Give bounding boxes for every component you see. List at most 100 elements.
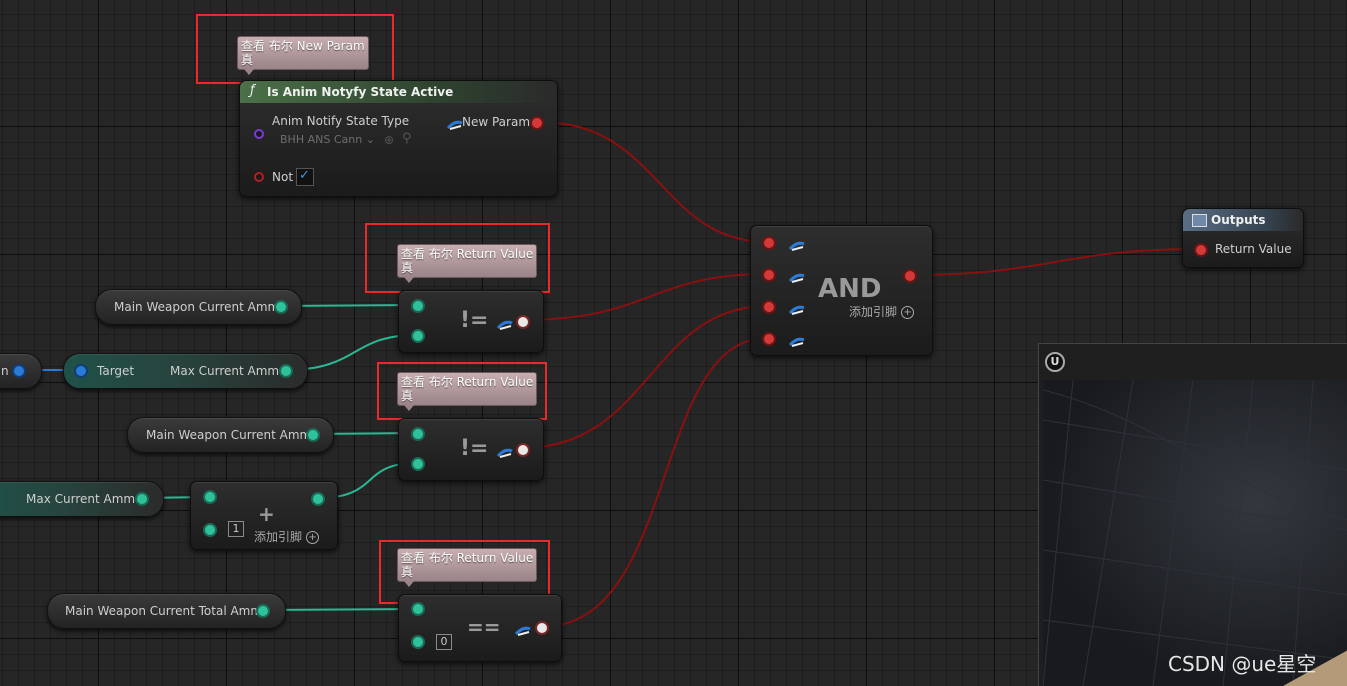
main-weapon-current-ammo-getter-2[interactable]: Main Weapon Current Ammo <box>127 417 334 453</box>
bool-icon <box>788 301 805 315</box>
use-selected-icon[interactable]: ⊕ <box>384 133 394 147</box>
add-node[interactable]: 1 + 添加引脚 + <box>190 481 338 550</box>
left-cut-node[interactable]: n <box>0 353 42 389</box>
anim-notify-state-type-dropdown[interactable]: BHH ANS Cann ⌄ <box>280 133 375 146</box>
and-input-pin-a[interactable] <box>764 238 774 248</box>
highlight-box <box>365 223 550 293</box>
anim-notify-state-type-pin[interactable] <box>254 129 264 139</box>
viewport-scene[interactable] <box>1043 380 1347 686</box>
add-pin-icon: + <box>901 306 915 319</box>
not-checkbox[interactable]: ✓ <box>296 168 314 186</box>
highlight-box <box>377 362 547 420</box>
node-title: Outputs <box>1211 213 1266 227</box>
dropdown-value: BHH ANS Cann <box>280 133 363 146</box>
input-a-pin[interactable] <box>413 429 423 439</box>
outputs-node[interactable]: Outputs Return Value <box>1182 208 1304 268</box>
and-node[interactable]: AND 添加引脚 + <box>750 225 933 356</box>
viewport-toolbar: U <box>1039 344 1347 380</box>
outputs-icon <box>1192 214 1207 227</box>
input-b-pin[interactable] <box>413 331 423 341</box>
variable-label: Main Weapon Current Ammo <box>146 428 319 442</box>
variable-label: Main Weapon Current Total Ammo <box>65 604 270 618</box>
new-param-label: New Param <box>462 115 531 129</box>
input-b-pin[interactable] <box>413 459 423 469</box>
bool-icon <box>496 316 513 330</box>
variable-output-pin[interactable] <box>308 430 318 440</box>
variable-label: Max Current Ammo <box>26 492 143 506</box>
result-pin[interactable] <box>313 494 323 504</box>
variable-label: Max Current Ammo <box>170 364 287 378</box>
new-param-output-pin[interactable] <box>532 118 542 128</box>
and-input-pin-d[interactable] <box>764 334 774 344</box>
function-icon: ƒ <box>250 83 255 98</box>
node-title: Is Anim Notyfy State Active <box>267 85 454 99</box>
input-b-pin[interactable] <box>413 637 423 647</box>
left-cut-label: n <box>1 364 9 378</box>
bool-icon <box>788 237 805 251</box>
equal-symbol: == <box>467 615 501 639</box>
highlight-box <box>196 14 394 84</box>
input-b-pin[interactable] <box>205 525 215 535</box>
max-current-ammo-getter-target[interactable]: Target Max Current Ammo <box>63 353 308 389</box>
not-equal-node-2[interactable]: != <box>398 418 544 481</box>
is-anim-notify-state-active-node[interactable]: ƒ Is Anim Notyfy State Active Anim Notif… <box>239 80 558 197</box>
return-value-pin[interactable] <box>518 317 528 327</box>
bool-icon <box>496 444 513 458</box>
wire-new-param-to-and <box>539 121 769 243</box>
not-label: Not <box>272 170 294 184</box>
variable-label: Main Weapon Current Ammo <box>114 300 287 314</box>
return-value-pin[interactable] <box>518 445 528 455</box>
main-weapon-current-total-ammo-getter[interactable]: Main Weapon Current Total Ammo <box>47 593 286 629</box>
add-pin-label: 添加引脚 <box>849 305 898 319</box>
return-value-label: Return Value <box>1215 242 1292 256</box>
plus-symbol: + <box>258 502 275 526</box>
variable-output-pin[interactable] <box>137 494 147 504</box>
not-equal-node-1[interactable]: != <box>398 290 544 353</box>
and-input-pin-c[interactable] <box>764 302 774 312</box>
input-b-default-value[interactable]: 1 <box>228 521 244 537</box>
bool-icon <box>788 333 805 347</box>
max-current-ammo-getter-2[interactable]: Max Current Ammo <box>0 481 164 517</box>
node-header: ƒ Is Anim Notyfy State Active <box>240 81 557 103</box>
return-value-input-pin[interactable] <box>1196 245 1206 255</box>
and-input-pin-b[interactable] <box>764 270 774 280</box>
input-a-pin[interactable] <box>205 492 215 502</box>
return-value-pin[interactable] <box>537 623 547 633</box>
wire-neq2-to-and <box>521 305 769 449</box>
wire-neq1-to-and <box>521 273 769 321</box>
csdn-watermark: CSDN @ue星空 <box>1168 652 1317 676</box>
wire-and-to-output <box>909 248 1201 276</box>
object-output-pin[interactable] <box>14 366 24 376</box>
and-output-pin[interactable] <box>905 271 915 281</box>
add-pin-button[interactable]: 添加引脚 + <box>254 528 320 545</box>
main-weapon-current-ammo-getter[interactable]: Main Weapon Current Ammo <box>95 289 302 325</box>
add-pin-icon: + <box>306 531 320 544</box>
node-header: Outputs <box>1183 209 1303 231</box>
variable-output-pin[interactable] <box>281 366 291 376</box>
grid-floor-graphic <box>1043 380 1347 686</box>
bool-icon <box>446 116 463 130</box>
input-a-pin[interactable] <box>413 604 423 614</box>
add-pin-button[interactable]: 添加引脚 + <box>849 303 915 320</box>
logo-letter: U <box>1050 355 1060 368</box>
unreal-logo-icon[interactable]: U <box>1045 352 1065 372</box>
wire-eq-to-and <box>540 337 769 628</box>
anim-notify-state-type-label: Anim Notify State Type <box>272 114 410 128</box>
and-title: AND <box>818 274 882 304</box>
variable-output-pin[interactable] <box>276 302 286 312</box>
input-a-pin[interactable] <box>413 301 423 311</box>
input-b-default-value[interactable]: 0 <box>436 634 452 650</box>
not-equal-symbol: != <box>460 436 489 461</box>
equal-node[interactable]: 0 == <box>398 594 562 662</box>
bool-icon <box>788 269 805 283</box>
target-input-pin[interactable] <box>76 366 86 376</box>
search-icon[interactable]: ⚲ <box>402 131 412 146</box>
not-input-pin[interactable] <box>254 172 264 182</box>
variable-output-pin[interactable] <box>258 606 268 616</box>
add-pin-label: 添加引脚 <box>254 530 303 544</box>
chevron-down-icon: ⌄ <box>365 133 375 146</box>
preview-viewport[interactable]: U <box>1038 343 1347 686</box>
target-label: Target <box>97 364 135 378</box>
bool-icon <box>514 622 531 636</box>
checkmark-icon: ✓ <box>299 168 310 183</box>
